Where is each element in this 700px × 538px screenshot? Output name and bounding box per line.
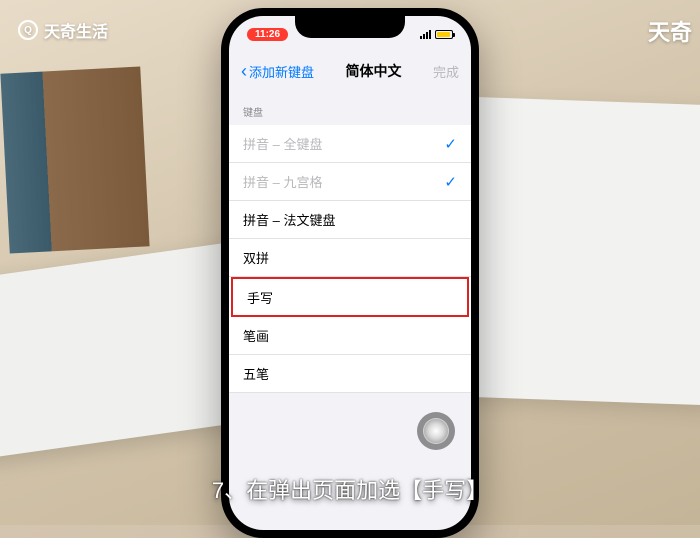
watermark-icon: Q [18, 20, 38, 40]
list-item-handwriting[interactable]: 手写 [231, 277, 469, 317]
battery-icon [435, 30, 453, 39]
check-icon: ✓ [444, 135, 457, 153]
check-icon: ✓ [444, 173, 457, 191]
watermark-left-text: 天奇生活 [44, 18, 108, 42]
assistive-touch-icon [423, 418, 449, 444]
page-title: 简体中文 [346, 61, 402, 81]
list-item-label: 双拼 [243, 248, 269, 267]
list-item-pinyin-full[interactable]: 拼音 – 全键盘 ✓ [229, 125, 471, 163]
list-item-label: 笔画 [243, 326, 269, 345]
list-item-shuangpin[interactable]: 双拼 [229, 239, 471, 277]
status-time: 11:26 [247, 28, 288, 41]
keyboard-list: 拼音 – 全键盘 ✓ 拼音 – 九宫格 ✓ 拼音 – 法文键盘 双拼 手写 笔画… [229, 125, 471, 393]
list-item-wubi[interactable]: 五笔 [229, 355, 471, 393]
status-right [420, 30, 453, 39]
tutorial-caption: 7、在弹出页面加选【手写】 [212, 473, 488, 505]
watermark-left: Q 天奇生活 [18, 18, 108, 42]
background-books [0, 66, 149, 253]
list-item-label: 手写 [247, 288, 273, 307]
list-item-pinyin-9grid[interactable]: 拼音 – 九宫格 ✓ [229, 163, 471, 201]
chevron-left-icon: ‹ [241, 62, 247, 80]
list-item-bihua[interactable]: 笔画 [229, 317, 471, 355]
back-label: 添加新键盘 [249, 62, 314, 81]
phone-screen: 11:26 ‹ 添加新键盘 简体中文 完成 键盘 拼音 – 全键盘 ✓ 拼音 –… [229, 16, 471, 530]
done-button[interactable]: 完成 [433, 62, 459, 81]
watermark-right: 天奇 [648, 15, 692, 47]
list-item-label: 五笔 [243, 364, 269, 383]
list-item-label: 拼音 – 全键盘 [243, 134, 322, 153]
signal-icon [420, 30, 431, 39]
phone-notch [295, 16, 405, 38]
section-header: 键盘 [229, 90, 471, 125]
nav-bar: ‹ 添加新键盘 简体中文 完成 [229, 52, 471, 90]
assistive-touch-button[interactable] [417, 412, 455, 450]
list-item-pinyin-french[interactable]: 拼音 – 法文键盘 [229, 201, 471, 239]
phone-frame: 11:26 ‹ 添加新键盘 简体中文 完成 键盘 拼音 – 全键盘 ✓ 拼音 –… [221, 8, 479, 538]
list-item-label: 拼音 – 九宫格 [243, 172, 322, 191]
back-button[interactable]: ‹ 添加新键盘 [241, 62, 314, 81]
list-item-label: 拼音 – 法文键盘 [243, 210, 335, 229]
